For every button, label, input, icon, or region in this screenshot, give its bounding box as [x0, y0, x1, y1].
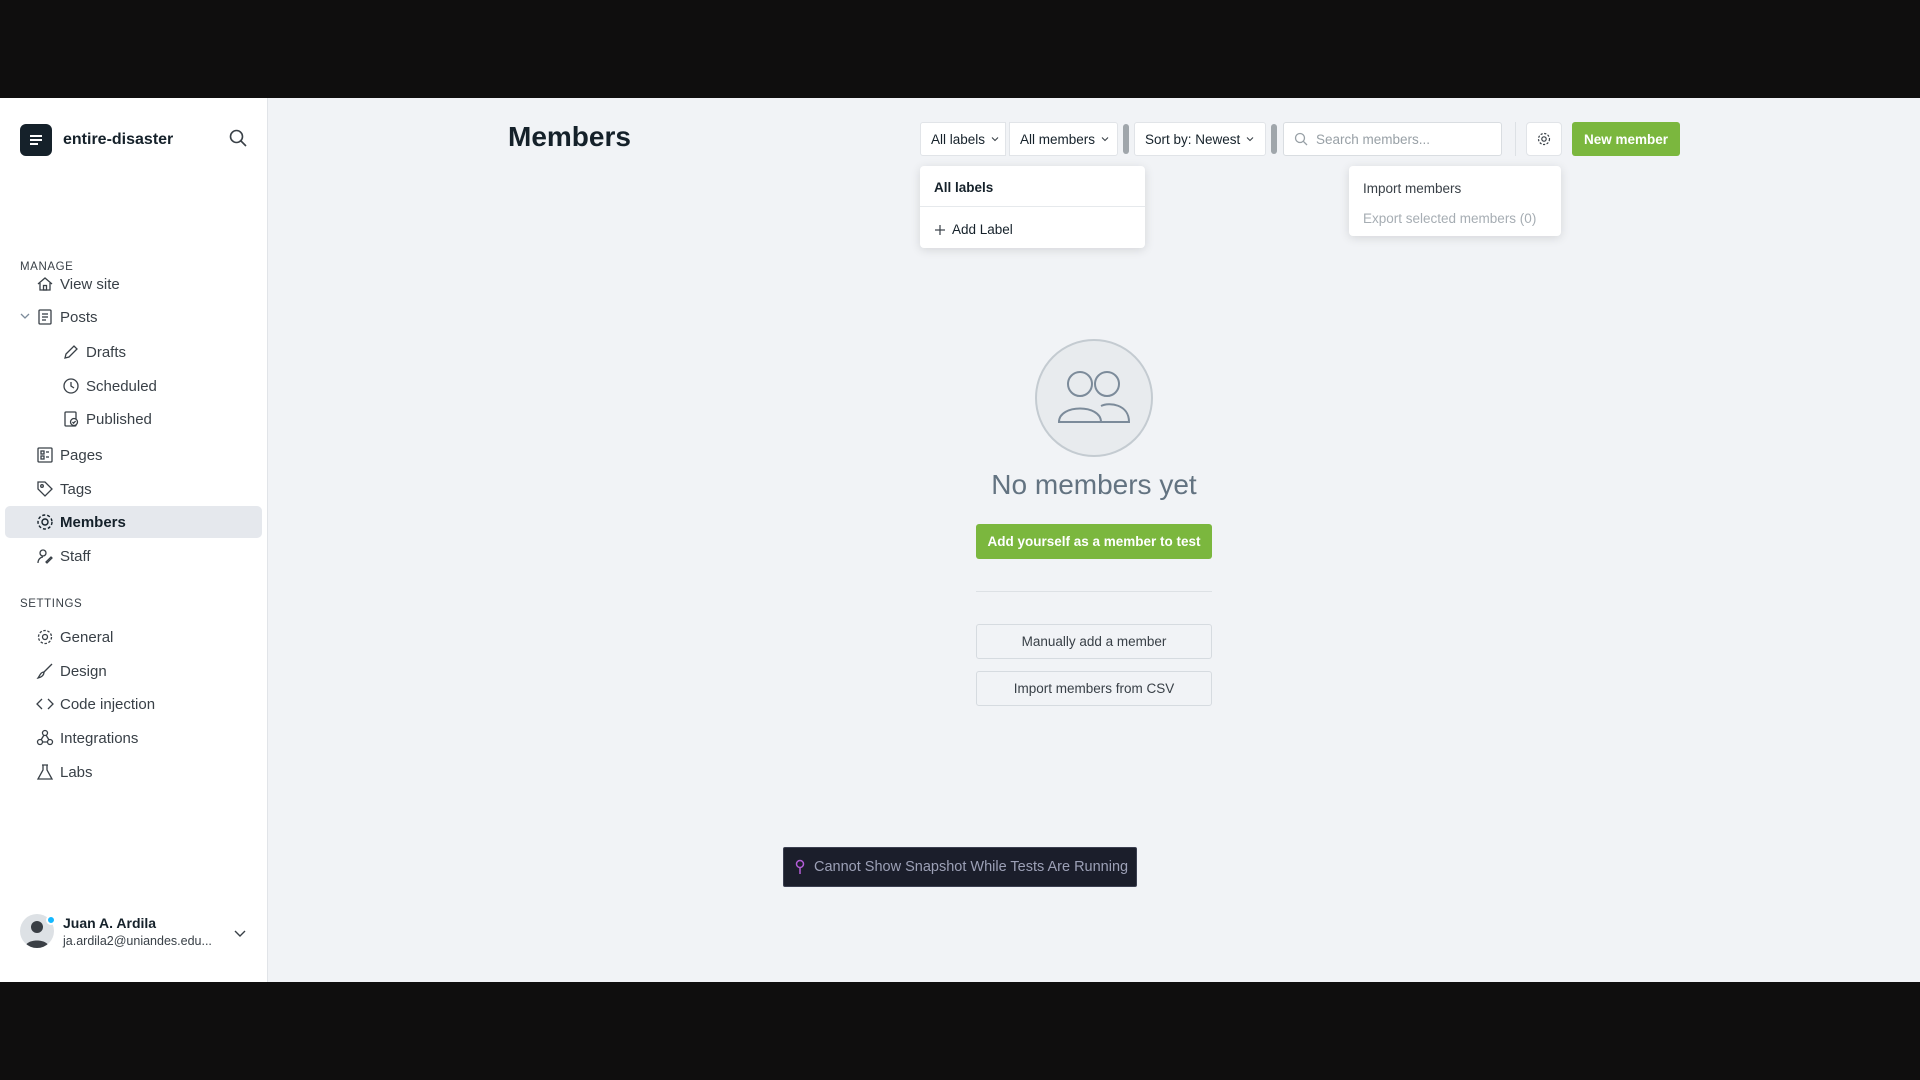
user-name: Juan A. Ardila	[63, 914, 157, 931]
code-icon	[36, 698, 54, 710]
members-filter-value: All members	[1020, 131, 1096, 147]
brand[interactable]: entire-disaster	[20, 124, 173, 156]
nav-label: General	[60, 628, 114, 646]
nav-label: Code injection	[60, 695, 156, 713]
nav-design[interactable]: Design	[5, 655, 262, 687]
pencil-icon	[64, 345, 78, 359]
nav-general[interactable]: General	[5, 621, 262, 653]
toast-message: Cannot Show Snapshot While Tests Are Run…	[814, 859, 1129, 875]
empty-state-divider	[976, 591, 1212, 592]
settings-button[interactable]	[1526, 122, 1562, 156]
chevron-down-icon[interactable]	[233, 926, 247, 940]
search-icon	[1294, 132, 1308, 146]
nav-label: Tags	[60, 480, 92, 498]
nav-labs[interactable]: Labs	[5, 756, 262, 788]
posts-icon	[38, 309, 52, 325]
published-icon	[64, 411, 79, 427]
nav-label: Design	[60, 662, 107, 680]
labels-dropdown-heading[interactable]: All labels	[934, 180, 993, 195]
staff-icon	[37, 549, 53, 564]
nav-members[interactable]: Members	[5, 506, 262, 538]
nav-posts[interactable]: Posts	[5, 301, 262, 333]
toolbar-divider	[1515, 122, 1516, 156]
add-label-text: Add Label	[952, 222, 1013, 237]
pin-icon	[795, 859, 805, 874]
members-empty-icon	[1035, 339, 1153, 457]
add-yourself-button[interactable]: Add yourself as a member to test	[976, 524, 1212, 559]
nav-label: View site	[60, 275, 120, 293]
nav-label: Published	[86, 410, 152, 428]
nav-scheduled[interactable]: Scheduled	[5, 370, 262, 402]
nav-label: Posts	[60, 308, 98, 326]
nav-label: Pages	[60, 446, 103, 464]
search-icon[interactable]	[228, 128, 248, 148]
sort-value: Sort by: Newest	[1145, 131, 1241, 147]
export-members-item[interactable]: Export selected members (0)	[1363, 211, 1536, 226]
brush-icon	[36, 663, 53, 680]
page-title: Members	[508, 121, 631, 152]
empty-state-title: No members yet	[991, 469, 1197, 500]
nav-label: Drafts	[86, 343, 127, 361]
labels-filter-select[interactable]: All labels	[920, 122, 1006, 156]
chevron-down-icon[interactable]	[19, 310, 31, 322]
sidebar: entire-disaster View site MANAGE Posts D…	[0, 98, 268, 982]
drag-handle[interactable]	[1271, 124, 1277, 154]
user-email: ja.ardila2@uniandes.edu...	[63, 933, 212, 948]
members-icon	[37, 514, 53, 530]
members-filter-select[interactable]: All members	[1009, 122, 1118, 156]
settings-section-title: SETTINGS	[20, 598, 83, 610]
add-label-button[interactable]: Add Label	[934, 222, 1013, 237]
nav-published[interactable]: Published	[5, 403, 262, 435]
search-placeholder: Search members...	[1316, 131, 1431, 147]
import-members-item[interactable]: Import members	[1363, 181, 1461, 196]
import-csv-button[interactable]: Import members from CSV	[976, 671, 1212, 706]
manual-add-member-button[interactable]: Manually add a member	[976, 624, 1212, 659]
nav-integrations[interactable]: Integrations	[5, 722, 262, 754]
nav-code-injection[interactable]: Code injection	[5, 688, 262, 720]
nav-staff[interactable]: Staff	[5, 540, 262, 572]
actions-dropdown: Import members Export selected members (…	[1349, 166, 1561, 236]
site-name: entire-disaster	[63, 131, 174, 148]
nav-label: Staff	[60, 547, 91, 565]
nav-tags[interactable]: Tags	[5, 473, 262, 505]
site-logo-icon	[20, 124, 52, 156]
clock-icon	[63, 378, 79, 394]
flask-icon	[36, 764, 54, 780]
home-icon	[37, 277, 53, 291]
labels-dropdown: All labels Add Label	[920, 166, 1145, 248]
chevron-down-icon	[1101, 137, 1109, 142]
nav-pages[interactable]: Pages	[5, 439, 262, 471]
nav-label: Members	[60, 513, 126, 531]
integrations-icon	[36, 729, 54, 746]
online-status-dot	[46, 915, 56, 925]
app-window: entire-disaster View site MANAGE Posts D…	[0, 98, 1920, 982]
labels-filter-value: All labels	[931, 131, 986, 147]
tag-icon	[37, 481, 53, 497]
manage-section-title: MANAGE	[20, 261, 74, 273]
nav-label: Scheduled	[86, 377, 157, 395]
chevron-down-icon	[1246, 137, 1254, 142]
drag-handle[interactable]	[1123, 124, 1129, 154]
gear-icon	[37, 629, 53, 645]
search-input[interactable]: Search members...	[1283, 122, 1502, 156]
sort-select[interactable]: Sort by: Newest	[1134, 122, 1266, 156]
new-member-button[interactable]: New member	[1572, 122, 1680, 156]
nav-label: Labs	[60, 763, 93, 781]
dropdown-divider	[920, 206, 1145, 207]
chevron-down-icon	[991, 137, 999, 142]
nav-label: Integrations	[60, 729, 139, 747]
pages-icon	[37, 447, 53, 463]
nav-drafts[interactable]: Drafts	[5, 336, 262, 368]
plus-icon	[935, 224, 945, 235]
snapshot-toast: Cannot Show Snapshot While Tests Are Run…	[783, 847, 1137, 887]
gear-icon	[1537, 132, 1551, 146]
